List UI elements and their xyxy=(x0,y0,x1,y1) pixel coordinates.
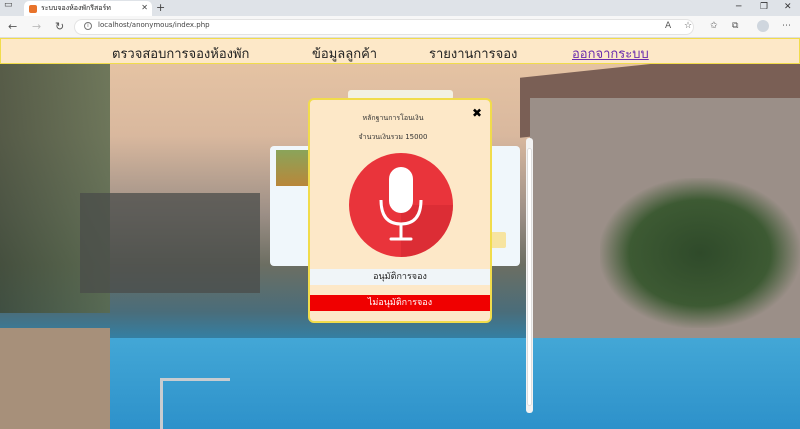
approve-booking-button[interactable]: อนุมัติการจอง xyxy=(310,269,490,285)
microphone-icon xyxy=(349,153,453,257)
minimize-icon[interactable]: ─ xyxy=(736,2,741,12)
nav-check-booking[interactable]: ตรวจสอบการจองห้องพัก xyxy=(112,43,249,64)
url-text[interactable]: localhost/anonymous/index.php xyxy=(98,21,210,29)
scrollbar-thumb[interactable] xyxy=(527,148,532,406)
favorite-icon[interactable]: ☆ xyxy=(684,21,692,31)
total-amount: จำนวนเงินรวม 15000 xyxy=(358,133,428,141)
maximize-icon[interactable]: ❐ xyxy=(760,2,768,12)
card-thumbnail xyxy=(276,150,308,186)
collections-icon[interactable]: ⧉ xyxy=(732,21,738,31)
read-aloud-icon[interactable]: A xyxy=(665,21,671,31)
close-icon[interactable]: ✖ xyxy=(472,106,482,120)
modal-title: หลักฐานการโอนเงิน xyxy=(362,114,424,122)
more-menu-icon[interactable]: ⋯ xyxy=(782,21,791,31)
bg-stone-wall xyxy=(80,193,260,293)
payment-proof-modal: หลักฐานการโอนเงิน ✖ จำนวนเงินรวม 15000 อ… xyxy=(308,98,492,323)
bg-deck xyxy=(0,328,110,429)
nav-logout[interactable]: ออกจากระบบ xyxy=(572,43,649,64)
reject-booking-button[interactable]: ไม่อนุมัติการจอง xyxy=(310,295,490,311)
browser-tab[interactable]: ระบบจองห้องพักรีสอร์ท ✕ xyxy=(24,1,152,16)
profile-avatar[interactable] xyxy=(757,20,769,32)
nav-customer-info[interactable]: ข้อมูลลูกค้า xyxy=(312,43,377,64)
refresh-icon[interactable]: ↻ xyxy=(55,20,64,33)
favorites-bar-icon[interactable]: ✩ xyxy=(710,21,718,31)
favicon-icon xyxy=(29,4,37,13)
back-icon[interactable]: ← xyxy=(8,20,17,33)
forward-icon[interactable]: → xyxy=(32,20,41,33)
browser-menu-icon[interactable]: ▭ xyxy=(4,0,13,10)
bg-pool-rail xyxy=(160,378,230,429)
nav-booking-report[interactable]: รายงานการจอง xyxy=(429,43,517,64)
tab-close-icon[interactable]: ✕ xyxy=(141,3,148,12)
site-info-icon[interactable]: i xyxy=(84,22,92,30)
window-close-icon[interactable]: ✕ xyxy=(784,2,792,12)
bg-tree-right xyxy=(600,178,800,328)
top-navbar: ตรวจสอบการจองห้องพัก ข้อมูลลูกค้า รายงาน… xyxy=(0,38,800,64)
new-tab-button[interactable]: + xyxy=(156,1,165,14)
address-bar: ← → ↻ i localhost/anonymous/index.php A … xyxy=(0,16,800,38)
browser-tab-bar: ▭ ระบบจองห้องพักรีสอร์ท ✕ + ─ ❐ ✕ xyxy=(0,0,800,16)
tab-title: ระบบจองห้องพักรีสอร์ท xyxy=(41,4,111,12)
page-background: ตรวจสอบการจองห้องพัก ข้อมูลลูกค้า รายงาน… xyxy=(0,38,800,429)
